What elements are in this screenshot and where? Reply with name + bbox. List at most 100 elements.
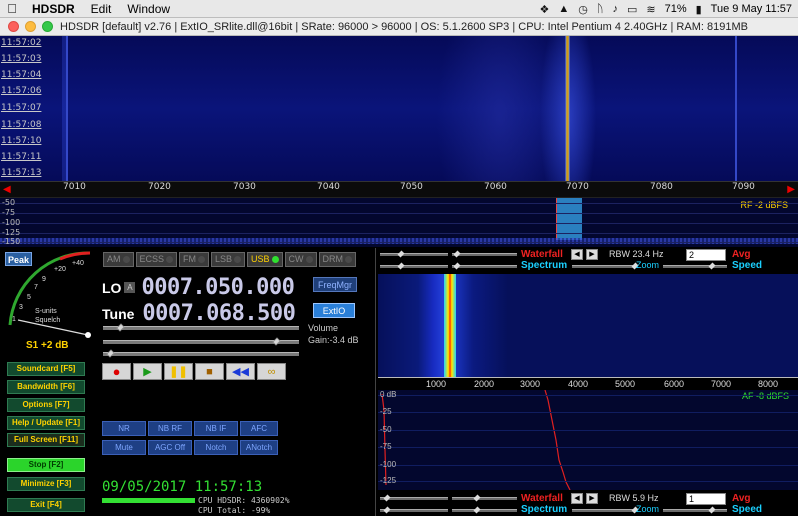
af-spec-slider-1-knob[interactable] [383,506,391,514]
dropbox-icon[interactable]: ❖ [539,3,549,16]
rf-spectrum[interactable]: RF -2 dBFS -50 -75 -100 -125 -150 [0,197,798,247]
af-frequency-tick: 1000 [426,379,447,389]
dsp-agc-off-button[interactable]: AGC Off [148,440,192,455]
freqmgr-button[interactable]: FreqMgr [313,277,357,292]
dsp-afc-button[interactable]: AFC [240,421,278,436]
dsp-nb-rf-button[interactable]: NB RF [148,421,192,436]
rf-wf-slider-2-knob[interactable] [453,250,461,258]
rf-spec-slider-1[interactable] [380,262,448,270]
af-waterfall[interactable] [378,274,798,377]
lo-frequency-display[interactable]: 0007.050.000 [141,275,294,300]
flame-icon[interactable]: ▲ [558,3,569,15]
dsp-nb-if-button[interactable]: NB IF [194,421,238,436]
menu-edit[interactable]: Edit [83,2,120,16]
af-avg-select[interactable]: 1 [686,493,726,505]
af-zoom-slider-2-knob[interactable] [708,506,716,514]
gain-slider-knob[interactable] [272,337,281,346]
bandwidth-button[interactable]: Bandwidth [F6] [7,380,85,394]
rf-wf-slider-1-knob[interactable] [397,250,405,258]
record-button[interactable]: ● [102,363,131,380]
options-button[interactable]: Options [F7] [7,398,85,412]
lo-lock-badge[interactable]: A [124,282,136,293]
rewind-button[interactable]: ◀◀ [226,363,255,380]
volume-slider[interactable] [103,323,299,332]
battery-percent[interactable]: 71% [665,3,687,15]
af-wf-slider-2-knob[interactable] [473,494,481,502]
mode-button-fm[interactable]: FM [179,252,210,267]
af-spec-slider-2-knob[interactable] [473,506,481,514]
mode-button-cw[interactable]: CW [284,252,317,267]
rf-rbw-down-button[interactable]: ◀ [571,249,583,260]
pause-button[interactable]: ❚❚ [164,363,193,380]
minimize-button[interactable]: Minimize [F3] [7,477,85,491]
af-wf-slider-1[interactable] [380,494,448,502]
rf-spec-slider-2-knob[interactable] [453,262,461,270]
close-button[interactable] [8,21,19,32]
minimize-button[interactable] [25,21,36,32]
dsp-nr-button[interactable]: NR [102,421,146,436]
extio-button[interactable]: ExtIO [313,303,355,318]
rf-rbw-up-button[interactable]: ▶ [586,249,598,260]
rf-waterfall[interactable]: 11:57:02 11:57:03 11:57:04 11:57:06 11:57:07… [0,36,798,181]
lo-label: LO [102,279,122,296]
mode-button-usb[interactable]: USB [247,252,283,267]
squelch-slider[interactable] [103,349,299,358]
mode-button-ecss[interactable]: ECSS [135,252,178,267]
gain-slider[interactable] [103,337,299,346]
af-zoom-slider-2[interactable] [663,506,727,514]
waterfall-timestamp: 11:57:02 [1,38,42,48]
waterfall-timestamp: 11:57:06 [1,86,42,96]
exit-button[interactable]: Exit [F4] [7,498,85,512]
scroll-left-icon[interactable]: ◀ [3,184,11,195]
rf-spec-slider-1-knob[interactable] [397,262,405,270]
mode-button-drm[interactable]: DRM [318,252,357,267]
menu-app-name[interactable]: HDSDR [24,2,83,16]
af-display-controls: Waterfall Spectrum ◀ ▶ RBW 5.9 Hz Zoom 1… [376,492,798,516]
dsp-anotch-button[interactable]: ANotch [240,440,278,455]
dsp-mute-button[interactable]: Mute [102,440,146,455]
airplay-icon[interactable]: ▭ [627,3,637,16]
tune-frequency-display[interactable]: 0007.068.500 [142,301,295,326]
scroll-right-icon[interactable]: ▶ [787,184,795,195]
menu-clock[interactable]: Tue 9 May 11:57 [711,3,792,15]
af-wf-slider-2[interactable] [452,494,517,502]
af-spec-slider-1[interactable] [380,506,448,514]
menu-window[interactable]: Window [119,2,178,16]
rf-wf-slider-1[interactable] [380,250,448,258]
squelch-slider-knob[interactable] [106,349,115,358]
dsp-notch-button[interactable]: Notch [194,440,238,455]
af-wf-slider-1-knob[interactable] [383,494,391,502]
rf-spec-slider-2[interactable] [452,262,517,270]
play-button[interactable]: ▶ [133,363,162,380]
fullscreen-button[interactable]: Full Screen [F11] [7,433,85,447]
left-control-panel: Peak 1 3 5 7 9 +20 +40 S-units Squelch S… [0,248,375,516]
rf-wf-slider-2[interactable] [452,250,517,258]
spectrum-gridline [0,233,798,234]
af-zoom-slider-1[interactable] [572,506,639,514]
mode-label: ECSS [139,254,165,264]
battery-icon[interactable]: ▮ [696,3,702,16]
af-speed-label: Speed [732,504,763,515]
zoom-button[interactable] [42,21,53,32]
volume-icon[interactable]: ♪ [612,3,618,15]
apple-icon[interactable]:  [0,1,24,16]
af-rbw-up-button[interactable]: ▶ [586,493,598,504]
frequency-scale[interactable]: ◀ ▶ 7010 7020 7030 7040 7050 7060 7070 7080 7090 [0,181,798,197]
rf-zoom-slider-1[interactable] [572,262,639,270]
time-machine-icon[interactable]: ◷ [578,3,588,16]
window-title-bar[interactable]: HDSDR [default] v2.76 | ExtIO_SRlite.dll… [0,18,798,36]
af-frequency-scale[interactable]: 1000 2000 3000 4000 5000 6000 7000 8000 [378,377,798,390]
stop-button[interactable]: Stop [F2] [7,458,85,472]
help-update-button[interactable]: Help / Update [F1] [7,416,85,430]
af-spectrum[interactable]: AF -8 dBFS 0 dB -25 -50 -75 -100 -125 [378,390,798,490]
mode-button-lsb[interactable]: LSB [211,252,246,267]
af-rbw-down-button[interactable]: ◀ [571,493,583,504]
peak-button[interactable]: Peak [5,252,32,266]
soundcard-button[interactable]: Soundcard [F5] [7,362,85,376]
mode-button-am[interactable]: AM [103,252,134,267]
stop-playback-button[interactable]: ■ [195,363,224,380]
af-spec-slider-2[interactable] [452,506,517,514]
wifi-icon[interactable]: ≋ [646,3,655,16]
loop-button[interactable]: ∞ [257,363,286,380]
bluetooth-icon[interactable]: ᚢ [597,3,604,15]
